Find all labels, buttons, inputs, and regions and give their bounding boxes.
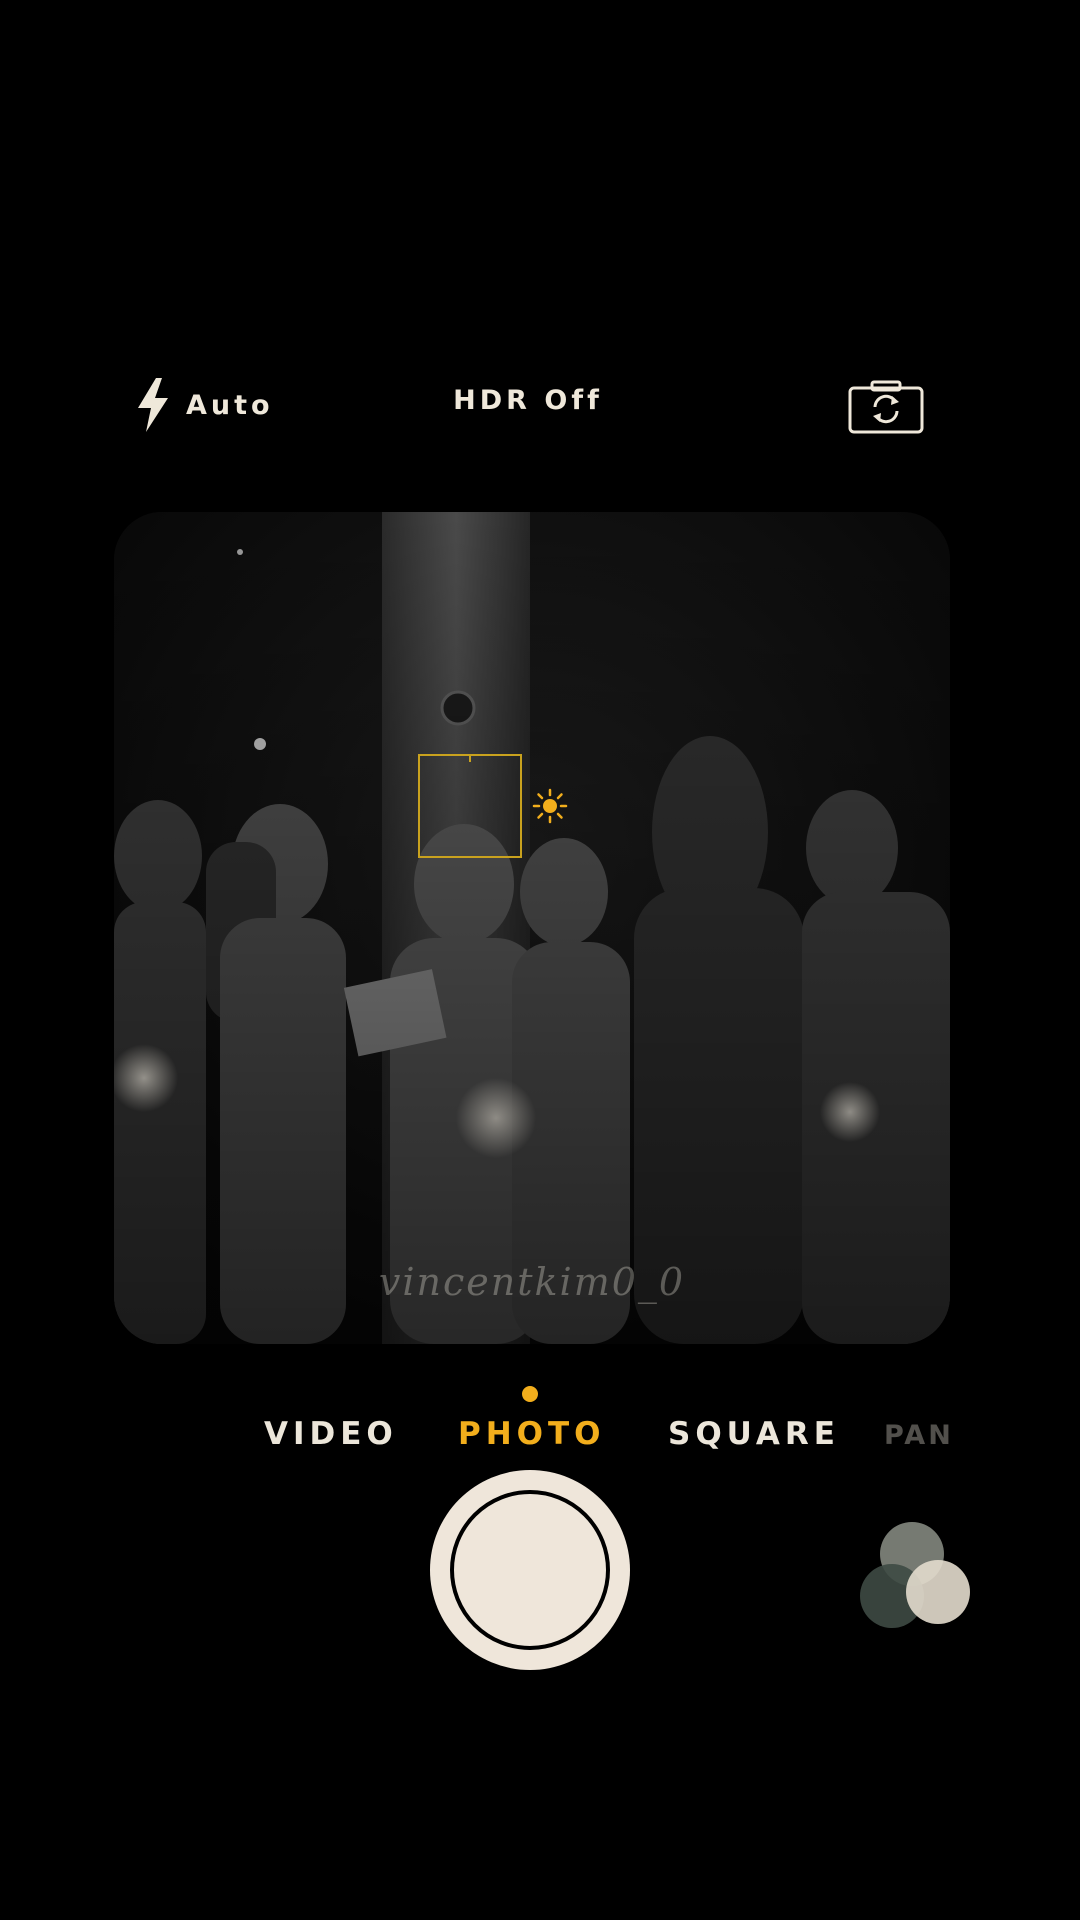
mode-square[interactable]: SQUARE bbox=[668, 1416, 840, 1452]
flash-label: Auto bbox=[186, 389, 274, 421]
mode-photo[interactable]: PHOTO bbox=[458, 1416, 606, 1452]
camera-screen: Auto HDR Off vincentkim0_0 VIDEO PHOTO S… bbox=[0, 0, 1080, 1920]
sun-icon[interactable] bbox=[532, 788, 568, 824]
mode-pano[interactable]: PANO bbox=[884, 1420, 952, 1451]
camera-rotate-icon bbox=[848, 380, 924, 434]
shutter-button[interactable] bbox=[430, 1470, 630, 1670]
viewfinder[interactable]: vincentkim0_0 bbox=[114, 512, 950, 1344]
flash-toggle[interactable]: Auto bbox=[136, 378, 274, 432]
shutter-inner-ring bbox=[450, 1490, 610, 1650]
lightning-bolt-icon bbox=[138, 378, 168, 432]
filters-icon bbox=[860, 1522, 970, 1628]
filters-button[interactable] bbox=[858, 1520, 974, 1630]
watermark-text: vincentkim0_0 bbox=[378, 1260, 686, 1304]
mode-video[interactable]: VIDEO bbox=[264, 1416, 398, 1452]
switch-camera-button[interactable] bbox=[848, 380, 924, 434]
camera-preview-image bbox=[114, 512, 950, 1344]
focus-square-icon[interactable] bbox=[418, 754, 522, 858]
hdr-toggle[interactable]: HDR Off bbox=[392, 385, 664, 416]
selected-mode-indicator bbox=[522, 1386, 538, 1402]
